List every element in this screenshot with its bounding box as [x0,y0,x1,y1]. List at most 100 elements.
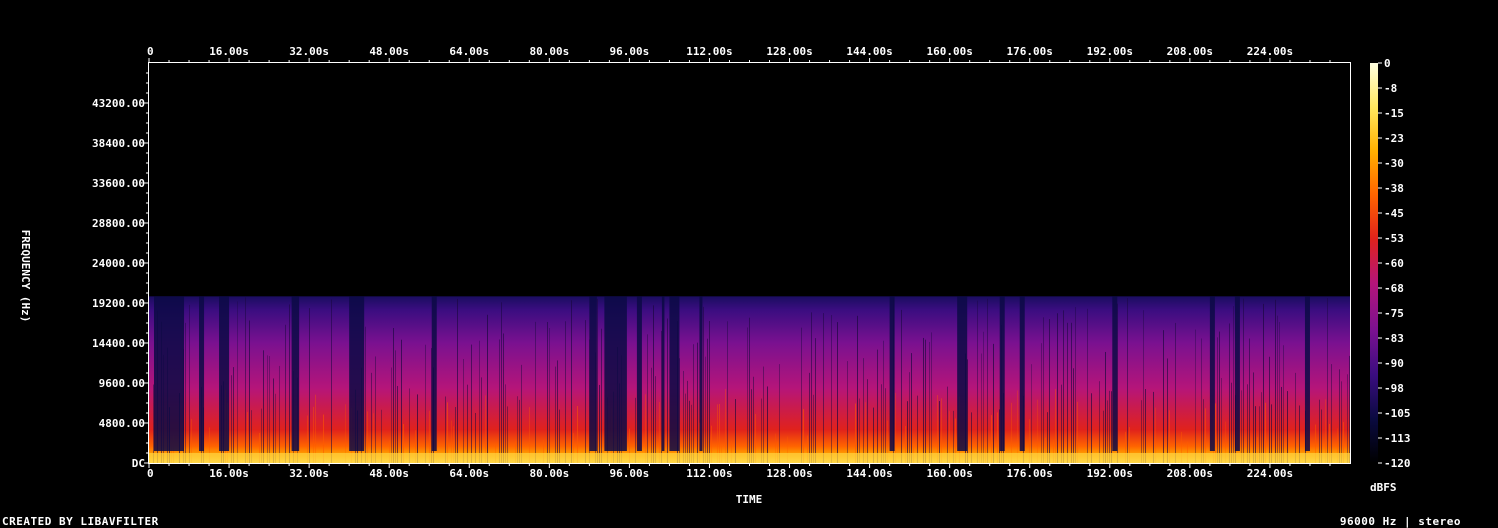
x-tick-label-top: 32.00s [289,45,329,58]
texture-streak [309,308,310,463]
texture-streak [1249,338,1250,463]
texture-streak [1043,317,1044,463]
quiet-segment [1209,296,1215,451]
x-tick-label-top: 112.00s [686,45,732,58]
x-tick-label-bottom: 64.00s [449,467,489,480]
texture-streak [685,393,686,463]
colorbar-tick-label: -75 [1384,307,1404,320]
texture-streak [487,314,488,463]
x-tick-label-bottom: 176.00s [1007,467,1053,480]
texture-streak [391,367,392,463]
texture-streak [885,388,886,463]
y-tick-label: DC [132,457,145,470]
texture-streak [1287,391,1288,463]
texture-streak [703,306,704,463]
texture-streak [1017,390,1018,463]
quiet-segment [669,296,680,451]
texture-streak [779,364,780,463]
y-tick-label: 19200.00 [92,297,145,310]
texture-streak [485,395,486,463]
x-tick-label-top: 80.00s [529,45,569,58]
x-tick-label-top: 192.00s [1087,45,1133,58]
quiet-segment [661,296,665,451]
x-tick-label-bottom: 32.00s [289,467,329,480]
texture-streak [289,304,290,463]
texture-streak [1217,337,1218,463]
quiet-segment [699,296,703,451]
texture-streak [1041,343,1042,463]
texture-streak [1233,306,1234,463]
colorbar-tick-label: -8 [1384,82,1397,95]
texture-streak [753,376,754,463]
colorbar-tick-label: -38 [1384,182,1404,195]
texture-streak [1341,381,1342,463]
quiet-segment [199,296,205,451]
colorbar-tick-label: -15 [1384,107,1404,120]
texture-streak [397,385,398,463]
texture-streak [847,361,848,463]
texture-streak [499,339,500,463]
texture-streak [237,301,238,463]
texture-streak [831,315,832,463]
texture-streak [1261,392,1262,463]
texture-streak [747,327,748,463]
texture-streak [813,394,814,463]
texture-streak [1231,382,1232,463]
colorbar-tick-label: -60 [1384,257,1404,270]
texture-streak [947,386,948,463]
texture-streak [245,297,246,463]
texture-streak [185,322,186,463]
texture-streak [895,392,896,463]
texture-streak [1109,390,1110,463]
quiet-segment [636,296,642,451]
colorbar-tick-label: -83 [1384,332,1404,345]
texture-streak [371,372,372,463]
texture-streak [1061,384,1062,463]
texture-streak [877,349,878,463]
texture-streak [1031,364,1032,463]
texture-streak [521,364,522,463]
texture-streak [1275,299,1276,463]
quiet-segment [1019,296,1025,451]
texture-streak [707,338,708,463]
texture-streak [263,350,264,463]
colorbar [1370,63,1378,463]
texture-streak [1269,356,1270,463]
texture-streak [1281,386,1282,463]
texture-streak [1339,369,1340,463]
x-tick-label-bottom: 0 [147,467,154,480]
texture-streak [285,324,286,463]
texture-streak [1327,298,1328,463]
texture-streak [1091,393,1092,463]
quiet-segment [1112,296,1118,451]
texture-streak [463,359,464,463]
x-tick-label-bottom: 112.00s [686,467,732,480]
texture-streak [909,372,910,463]
colorbar-tick-label: -105 [1384,407,1411,420]
texture-streak [857,315,858,463]
texture-streak [655,376,656,463]
colorbar-tick-label: 0 [1384,57,1391,70]
colorbar-tick-label: -23 [1384,132,1404,145]
texture-streak [315,394,316,463]
texture-streak [1143,310,1144,463]
texture-streak [1057,313,1058,463]
texture-streak [571,300,572,463]
texture-streak [929,341,930,463]
x-tick-label-bottom: 80.00s [529,467,569,480]
colorbar-tick-label: -53 [1384,232,1404,245]
texture-streak [867,379,868,463]
texture-streak [189,304,190,463]
texture-streak [647,334,648,463]
texture-streak [565,321,566,463]
texture-streak [645,394,646,463]
texture-streak [425,344,426,463]
texture-streak [809,372,810,463]
x-tick-label-bottom: 16.00s [209,467,249,480]
x-tick-label-top: 176.00s [1007,45,1053,58]
texture-streak [1347,374,1348,463]
texture-streak [981,353,982,463]
texture-streak [977,300,978,463]
texture-streak [365,326,366,463]
x-tick-label-bottom: 192.00s [1087,467,1133,480]
